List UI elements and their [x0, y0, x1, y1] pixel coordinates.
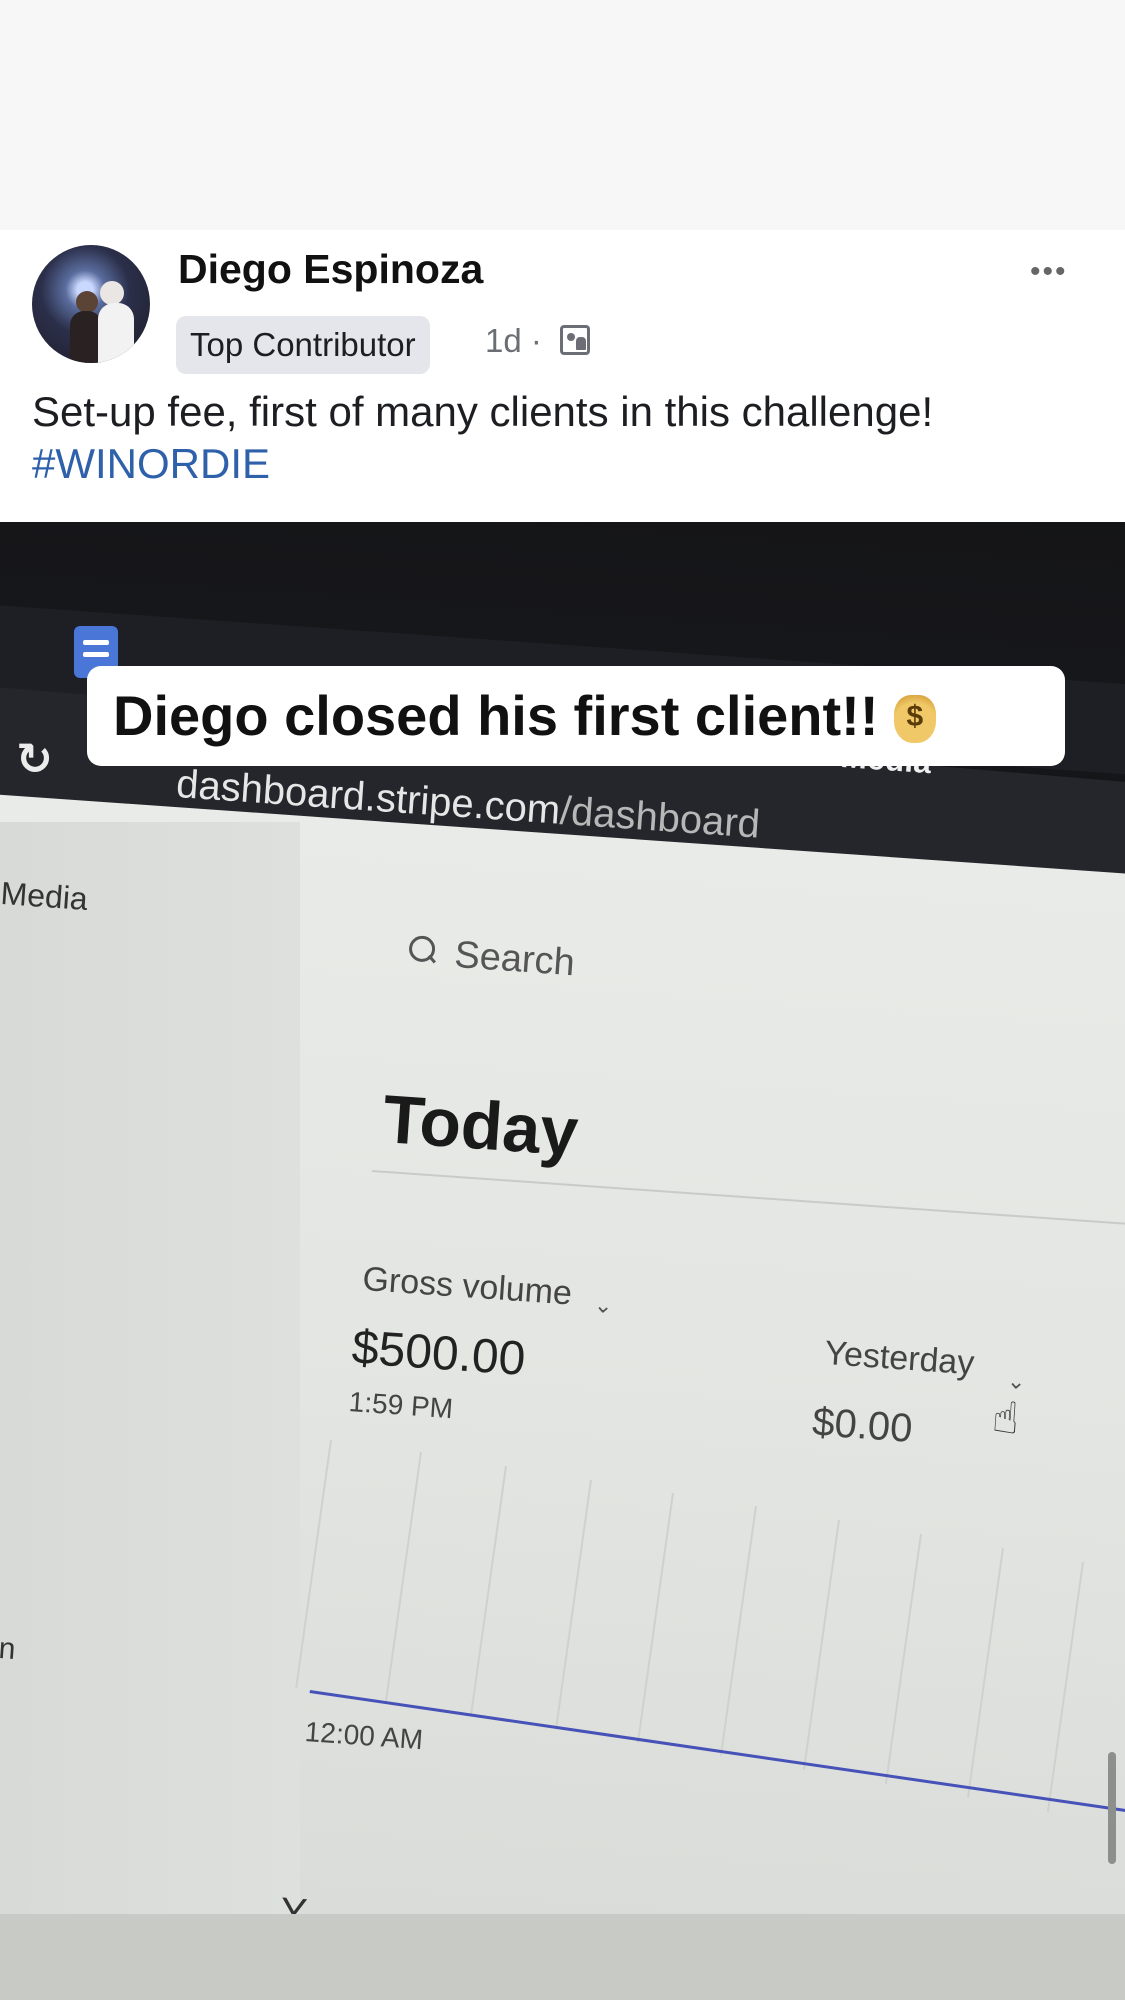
banner-text: Diego closed his first client!! [113, 684, 879, 747]
hashtag-link[interactable]: #WINORDIE [32, 438, 270, 490]
more-options-icon[interactable]: ••• [1030, 257, 1068, 287]
author-name[interactable]: Diego Espinoza [178, 246, 483, 293]
today-heading: Today [380, 1080, 581, 1171]
photo-caption-banner: Diego closed his first client!! [87, 666, 1065, 767]
search-label: Search [453, 934, 577, 985]
money-bag-icon [894, 667, 937, 767]
avatar-person-2 [100, 281, 124, 305]
photos-icon [560, 325, 590, 355]
top-contributor-badge: Top Contributor [176, 316, 430, 374]
post-time[interactable]: 1d · [485, 322, 542, 360]
author-avatar[interactable] [32, 245, 150, 363]
avatar-person-1 [76, 291, 98, 313]
sidebar-fragment: n [0, 1632, 17, 1667]
sidebar-account-name: Media [0, 875, 89, 917]
yesterday-value: $0.00 [810, 1400, 914, 1451]
scrollbar-thumb[interactable] [1108, 1752, 1116, 1864]
search-icon [408, 935, 436, 963]
dashboard-sidebar [0, 822, 300, 1914]
post-caption: Set-up fee, first of many clients in thi… [32, 388, 934, 435]
chevron-down-icon: ⌄ [1006, 1368, 1027, 1395]
bottom-area [0, 1914, 1125, 2000]
chevron-down-icon: ⌄ [593, 1292, 614, 1319]
top-blank-area [0, 0, 1125, 230]
reload-icon: ↻ [16, 735, 53, 784]
hand-cursor-icon: ☝ [990, 1392, 1021, 1444]
avatar-person-2-body [98, 303, 134, 363]
